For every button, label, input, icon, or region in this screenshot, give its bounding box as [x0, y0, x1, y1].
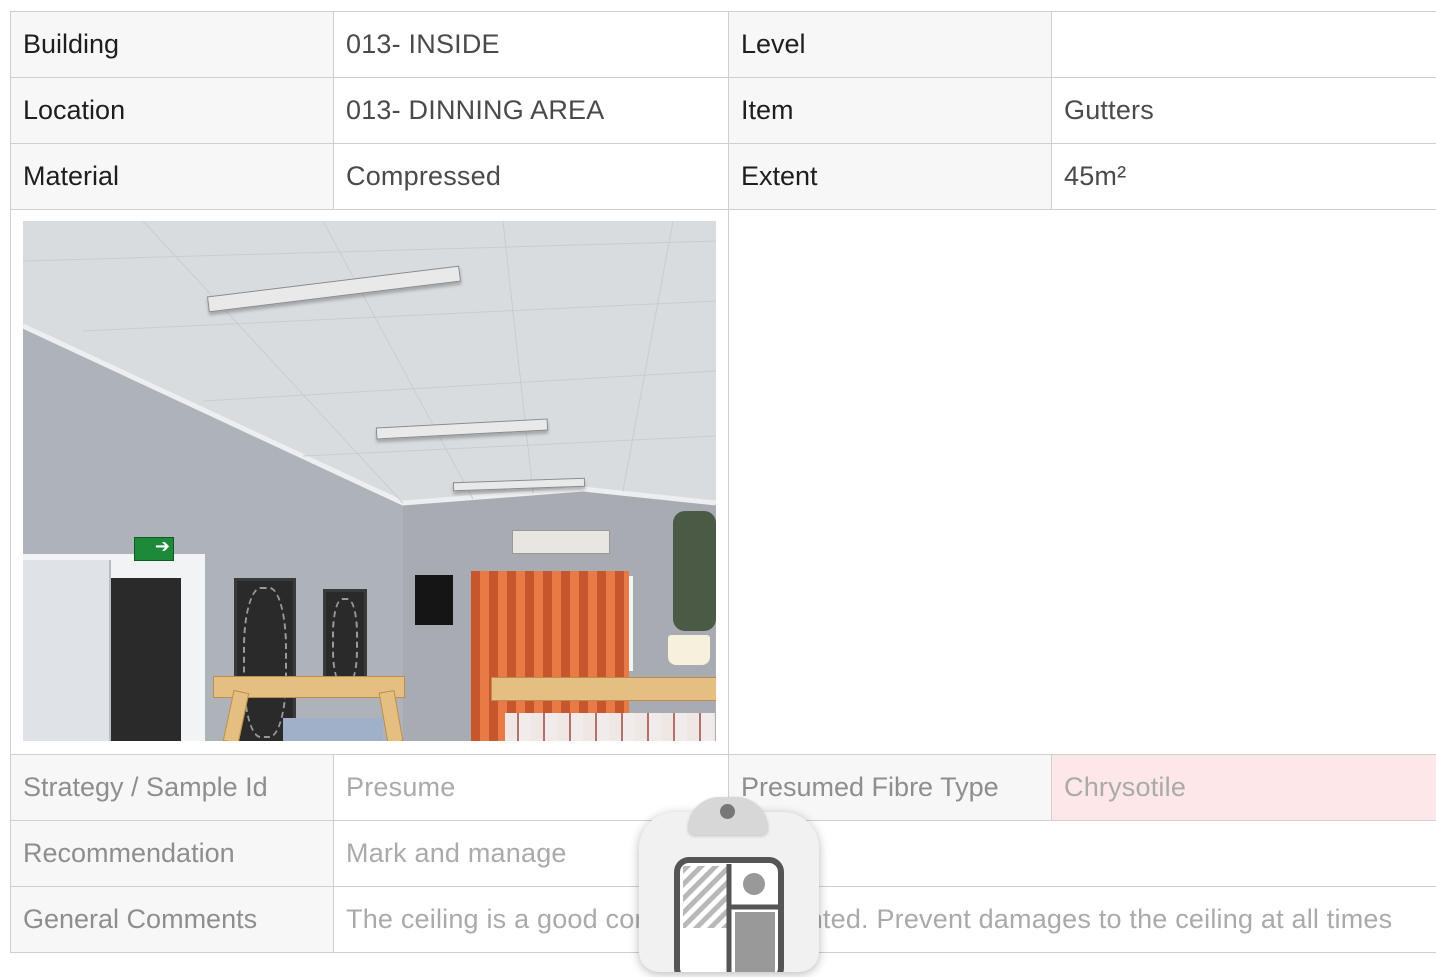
building-label: Building: [11, 12, 334, 78]
table-row: Material Compressed Extent 45m²: [11, 144, 1436, 210]
empty-cell: [729, 210, 1436, 755]
recommendation-value: Mark and manage: [334, 821, 1436, 887]
wall-portrait: [415, 575, 453, 625]
general-comments-value: The ceiling is a good con nted. Prevent d…: [334, 887, 1436, 953]
general-comments-label: General Comments: [11, 887, 334, 953]
doorway-opening: [111, 578, 181, 741]
site-photo[interactable]: [23, 221, 716, 741]
jars: [505, 713, 715, 741]
level-label: Level: [729, 12, 1052, 78]
location-value: 013- DINNING AREA: [334, 78, 729, 144]
level-value: [1052, 12, 1436, 78]
plant: [673, 511, 716, 631]
clipboard-clip-hole: [720, 804, 735, 819]
table-row: Building 013- INSIDE Level: [11, 12, 1436, 78]
open-door: [23, 560, 111, 741]
material-value: Compressed: [334, 144, 729, 210]
photo-cell: [11, 210, 729, 755]
clipboard-icon[interactable]: [639, 812, 819, 972]
exit-sign-icon: [134, 537, 174, 561]
extent-value: 45m²: [1052, 144, 1436, 210]
sawhorse: [491, 677, 716, 701]
clipboard-glyph: [639, 812, 819, 972]
tablecloth: [283, 718, 383, 741]
fibre-type-label: Presumed Fibre Type: [729, 755, 1052, 821]
strategy-label: Strategy / Sample Id: [11, 755, 334, 821]
general-comments-text: The ceiling is a good con: [346, 904, 650, 934]
table-row: Location 013- DINNING AREA Item Gutters: [11, 78, 1436, 144]
general-comments-text-tail: nted. Prevent damages to the ceiling at …: [808, 904, 1393, 934]
location-label: Location: [11, 78, 334, 144]
lamp: [668, 635, 710, 665]
strategy-value: Presume: [334, 755, 729, 821]
building-value: 013- INSIDE: [334, 12, 729, 78]
material-label: Material: [11, 144, 334, 210]
extent-label: Extent: [729, 144, 1052, 210]
photo-row: [11, 210, 1436, 755]
fibre-type-value: Chrysotile: [1052, 755, 1436, 821]
recommendation-label: Recommendation: [11, 821, 334, 887]
item-value: Gutters: [1052, 78, 1436, 144]
item-label: Item: [729, 78, 1052, 144]
air-conditioner: [512, 530, 610, 554]
